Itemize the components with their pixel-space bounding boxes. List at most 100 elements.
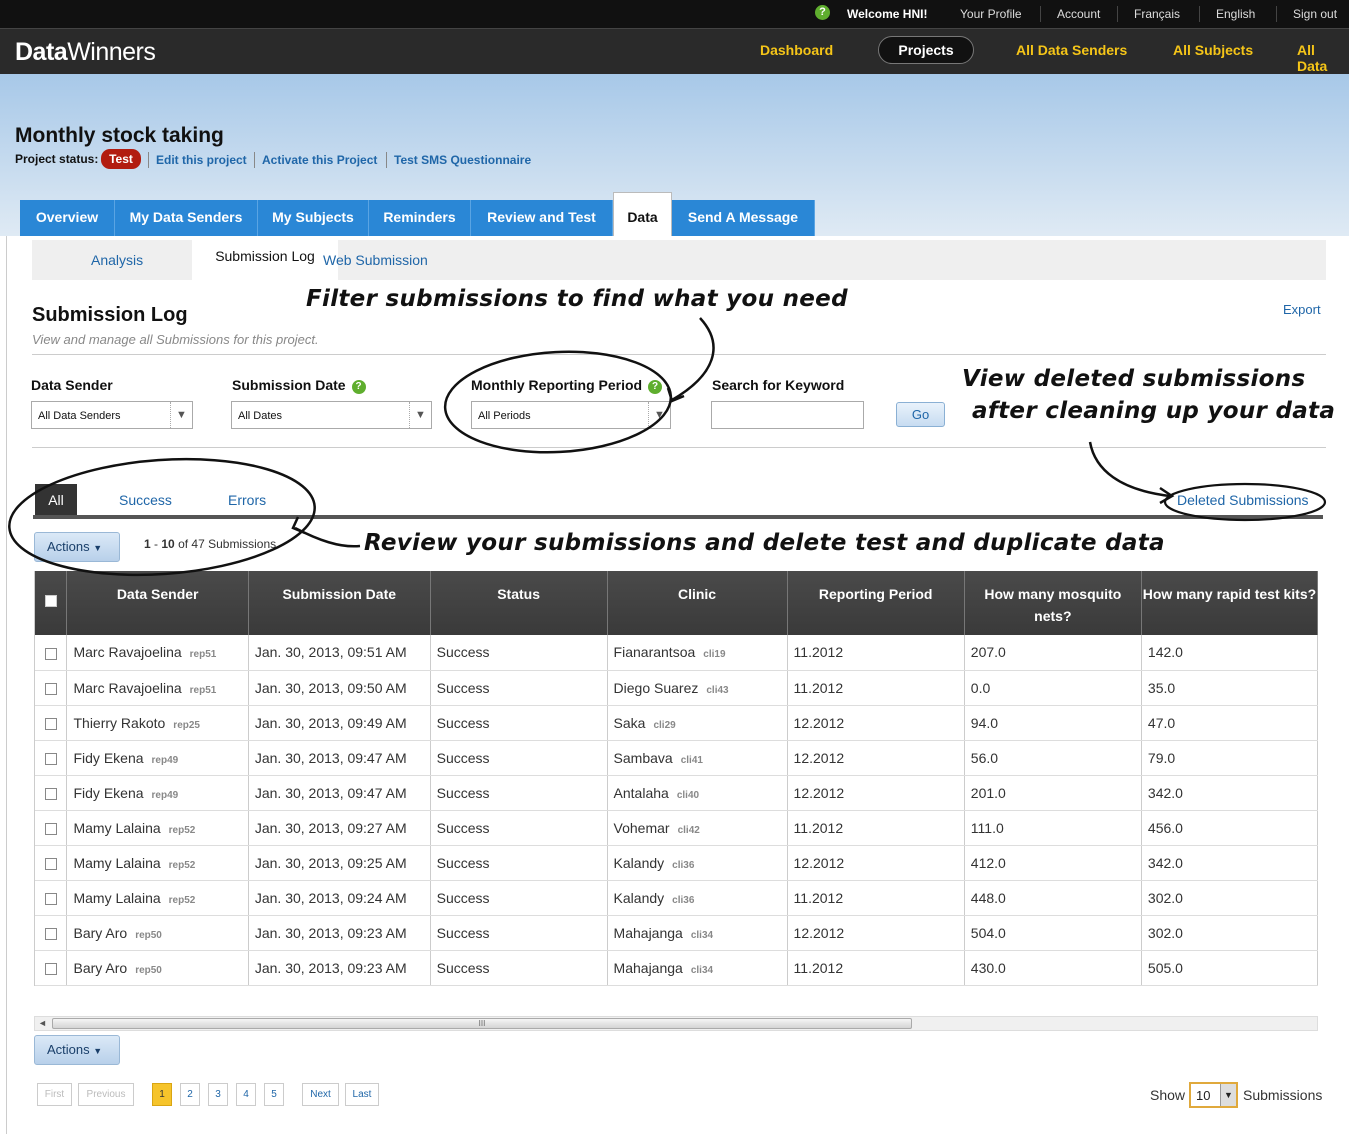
row-checkbox[interactable] — [44, 682, 57, 695]
tab-my-subjects[interactable]: My Subjects — [258, 200, 369, 236]
page-5-button[interactable]: 5 — [264, 1083, 284, 1106]
col-data-sender[interactable]: Data Sender — [66, 571, 249, 635]
select-all-checkbox[interactable] — [44, 595, 57, 608]
keyword-label: Search for Keyword — [712, 377, 845, 393]
data-sender-select[interactable]: All Data Senders ▼ — [31, 401, 193, 429]
previous-page-button[interactable]: Previous — [78, 1083, 134, 1106]
filter-tab-errors[interactable]: Errors — [228, 492, 266, 508]
page-4-button[interactable]: 4 — [236, 1083, 256, 1106]
cell-rapid-test-kits-text: 35.0 — [1147, 679, 1176, 696]
row-checkbox[interactable] — [44, 962, 57, 975]
tab-data[interactable]: Data — [613, 192, 672, 236]
actions-button-bottom[interactable]: Actions ▼ — [34, 1035, 120, 1065]
test-sms-questionnaire-link[interactable]: Test SMS Questionnaire — [394, 153, 531, 167]
help-icon[interactable]: ? — [351, 380, 366, 394]
account-link[interactable]: Account — [1057, 7, 1100, 21]
table-row[interactable]: Mamy Lalaina rep52 Jan. 30, 2013, 09:24 AM… — [35, 880, 1318, 916]
cell-clinic-text: Mahajanga — [613, 959, 683, 976]
nav-dashboard[interactable]: Dashboard — [760, 42, 833, 58]
row-checkbox[interactable] — [44, 647, 57, 660]
tab-reminders[interactable]: Reminders — [369, 200, 471, 236]
subtab-submission-log[interactable]: Submission Log — [192, 240, 338, 282]
cell-rapid-test-kits-text: 342.0 — [1147, 784, 1183, 801]
cell-data-sender-text: Bary Aro — [73, 959, 128, 976]
last-page-button[interactable]: Last — [345, 1083, 379, 1106]
datawinners-logo[interactable]: DataWinners — [15, 38, 156, 67]
first-page-button[interactable]: First — [37, 1083, 72, 1106]
english-link[interactable]: English — [1216, 7, 1255, 21]
tab-my-data-senders[interactable]: My Data Senders — [115, 200, 258, 236]
tab-review-and-test[interactable]: Review and Test — [471, 200, 613, 236]
help-icon[interactable]: ? — [648, 380, 663, 394]
submission-date-select[interactable]: All Dates ▼ — [231, 401, 432, 429]
nav-projects[interactable]: Projects — [878, 36, 974, 64]
col-mosquito-nets[interactable]: How many mosquito nets? — [964, 571, 1142, 635]
row-checkbox[interactable] — [44, 892, 57, 905]
scroll-thumb[interactable]: III — [52, 1018, 912, 1029]
deleted-submissions-link[interactable]: Deleted Submissions — [1177, 492, 1309, 508]
tab-overview[interactable]: Overview — [20, 200, 115, 236]
table-row[interactable]: Bary Aro rep50 Jan. 30, 2013, 09:23 AM Succ… — [35, 950, 1318, 986]
help-icon[interactable]: ? — [815, 5, 830, 20]
row-checkbox[interactable] — [44, 717, 57, 730]
actions-button-top[interactable]: Actions ▼ — [34, 532, 120, 562]
cell-reporting-period: 11.2012 — [787, 670, 965, 706]
table-row[interactable]: Fidy Ekena rep49 Jan. 30, 2013, 09:47 AM Su… — [35, 775, 1318, 811]
filter-tab-success[interactable]: Success — [119, 492, 172, 508]
nav-all-data[interactable]: All Data — [1297, 42, 1349, 74]
row-checkbox[interactable] — [44, 822, 57, 835]
col-status[interactable]: Status — [430, 571, 608, 635]
keyword-input[interactable] — [711, 401, 864, 429]
table-row[interactable]: Bary Aro rep50 Jan. 30, 2013, 09:23 AM Succ… — [35, 915, 1318, 951]
page-3-button[interactable]: 3 — [208, 1083, 228, 1106]
page-1-button[interactable]: 1 — [152, 1083, 172, 1106]
cell-clinic: Antalaha cli40 — [607, 775, 788, 811]
cell-status-text: Success — [436, 959, 490, 976]
reporting-period-select[interactable]: All Periods ▼ — [471, 401, 671, 429]
page-2-button[interactable]: 2 — [180, 1083, 200, 1106]
scroll-left-arrow-icon[interactable]: ◄ — [38, 1017, 47, 1030]
next-page-button[interactable]: Next — [302, 1083, 339, 1106]
tab-send-a-message[interactable]: Send A Message — [672, 200, 815, 236]
col-clinic[interactable]: Clinic — [607, 571, 788, 635]
row-checkbox[interactable] — [44, 752, 57, 765]
subtab-web-submission[interactable]: Web Submission — [323, 252, 428, 268]
table-row[interactable]: Marc Ravajoelina rep51 Jan. 30, 2013, 09:5… — [35, 635, 1318, 671]
subtab-analysis[interactable]: Analysis — [91, 252, 143, 268]
activate-project-link[interactable]: Activate this Project — [262, 153, 377, 167]
main-header: DataWinners Dashboard Projects All Data … — [0, 28, 1349, 74]
cell-rapid-test-kits-text: 456.0 — [1147, 819, 1183, 836]
col-rapid-test-kits[interactable]: How many rapid test kits? — [1141, 571, 1318, 635]
nav-all-data-senders[interactable]: All Data Senders — [1016, 42, 1127, 58]
cell-rapid-test-kits-text: 47.0 — [1147, 714, 1176, 731]
export-link[interactable]: Export — [1283, 302, 1321, 317]
horizontal-scrollbar[interactable]: ◄ III — [34, 1016, 1318, 1031]
table-row[interactable]: Mamy Lalaina rep52 Jan. 30, 2013, 09:27 AM… — [35, 810, 1318, 846]
row-checkbox[interactable] — [44, 787, 57, 800]
project-status-line: Project status: Test Edit this project A… — [15, 149, 531, 169]
col-submission-date[interactable]: Submission Date — [248, 571, 431, 635]
table-row[interactable]: Fidy Ekena rep49 Jan. 30, 2013, 09:47 AM Su… — [35, 740, 1318, 776]
cell-data-sender: Marc Ravajoelina rep51 — [66, 635, 249, 671]
cell-mosquito-nets: 448.0 — [964, 880, 1142, 916]
divider — [386, 152, 387, 168]
cell-clinic: Kalandy cli36 — [607, 880, 788, 916]
cell-mosquito-nets: 94.0 — [964, 705, 1142, 741]
nav-all-subjects[interactable]: All Subjects — [1173, 42, 1253, 58]
your-profile-link[interactable]: Your Profile — [960, 7, 1022, 21]
row-checkbox[interactable] — [44, 857, 57, 870]
filter-tab-all[interactable]: All — [35, 484, 77, 516]
table-row[interactable]: Thierry Rakoto rep25 Jan. 30, 2013, 09:49 … — [35, 705, 1318, 741]
francais-link[interactable]: Français — [1134, 7, 1180, 21]
page-size-select[interactable]: 10 ▼ — [1189, 1082, 1238, 1108]
table-row[interactable]: Mamy Lalaina rep52 Jan. 30, 2013, 09:25 AM… — [35, 845, 1318, 881]
table-row[interactable]: Marc Ravajoelina rep51 Jan. 30, 2013, 09:5… — [35, 670, 1318, 706]
edit-project-link[interactable]: Edit this project — [156, 153, 247, 167]
sign-out-link[interactable]: Sign out — [1293, 7, 1337, 21]
cell-clinic-code: cli36 — [672, 859, 695, 871]
cell-data-sender-code: rep51 — [189, 649, 217, 661]
go-button[interactable]: Go — [896, 402, 945, 427]
cell-reporting-period: 12.2012 — [787, 845, 965, 881]
row-checkbox[interactable] — [44, 927, 57, 940]
col-reporting-period[interactable]: Reporting Period — [787, 571, 965, 635]
